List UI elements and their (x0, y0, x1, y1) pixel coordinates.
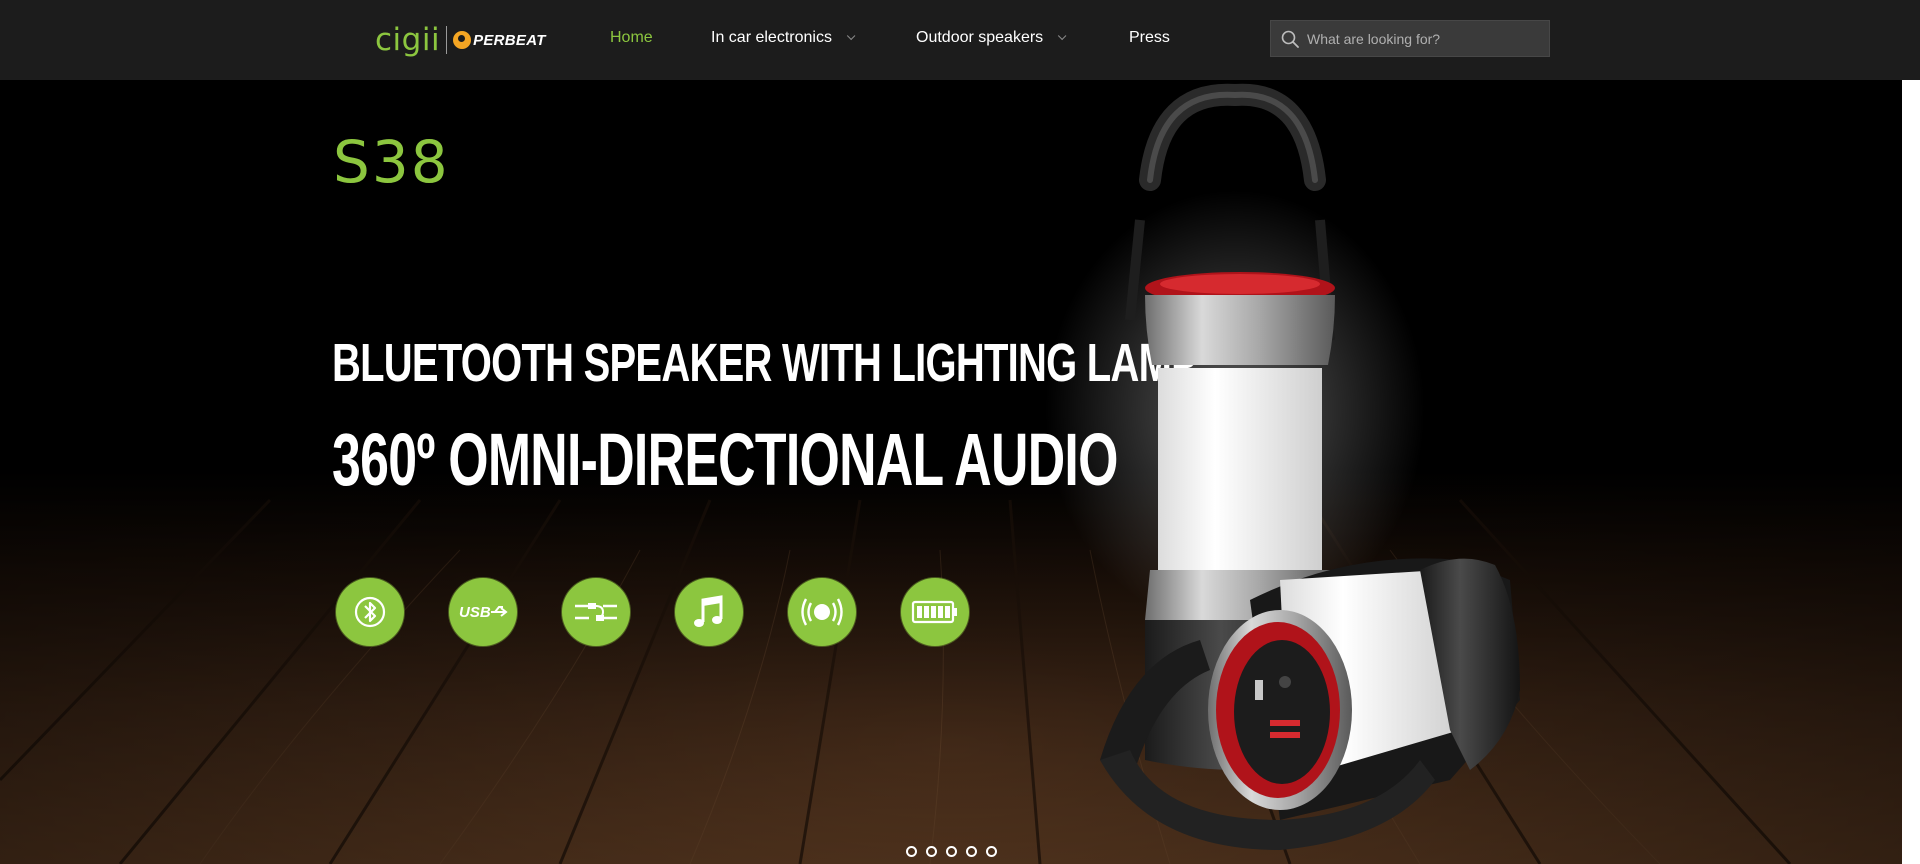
slide-dot-5[interactable] (986, 846, 997, 857)
slide-dot-2[interactable] (926, 846, 937, 857)
aux-cable-icon (562, 578, 630, 646)
battery-icon (901, 578, 969, 646)
search-input[interactable] (1307, 21, 1543, 56)
hero-headline-1: BLUETOOTH SPEAKER WITH LIGHTING LAMP, (332, 333, 1203, 393)
nav-press[interactable]: Press (1129, 29, 1170, 47)
nav-in-car-electronics[interactable]: In car electronics (711, 29, 856, 47)
usb-icon: USB (449, 578, 517, 646)
logo-divider (446, 26, 448, 54)
usb-icon-text: USB (459, 604, 491, 621)
page-scrollbar[interactable] (1902, 80, 1920, 864)
search-icon[interactable] (1281, 30, 1299, 48)
slide-dot-1[interactable] (906, 846, 917, 857)
hero-headline-2: 360º OMNI-DIRECTIONAL AUDIO (332, 418, 1118, 501)
brand-logo[interactable]: cigii PERBEAT (375, 20, 546, 60)
slider-pagination (906, 846, 997, 857)
hero-banner[interactable]: S38 BLUETOOTH SPEAKER WITH LIGHTING LAMP… (0, 80, 1902, 864)
nav-outdoor-speakers[interactable]: Outdoor speakers (916, 29, 1067, 47)
nav-press-label: Press (1129, 29, 1170, 46)
feature-icons: USB (336, 578, 969, 646)
chevron-down-icon (846, 31, 856, 41)
nav-home-label: Home (610, 29, 653, 46)
bluetooth-icon (336, 578, 404, 646)
nav-outdoor-speakers-label: Outdoor speakers (916, 29, 1044, 46)
speaker-sound-icon (788, 578, 856, 646)
music-note-icon (675, 578, 743, 646)
logo-cigii: cigii (375, 21, 441, 58)
site-header: cigii PERBEAT Home In car electronics Ou… (0, 0, 1920, 80)
nav-home[interactable]: Home (610, 29, 653, 47)
search-box[interactable] (1270, 20, 1550, 57)
nav-in-car-electronics-label: In car electronics (711, 29, 832, 46)
logo-perbeat: PERBEAT (473, 31, 546, 49)
slide-dot-3[interactable] (946, 846, 957, 857)
slide-dot-4[interactable] (966, 846, 977, 857)
product-model-name: S38 (333, 128, 450, 196)
perbeat-mark-icon (453, 31, 472, 49)
chevron-down-icon (1058, 31, 1067, 41)
product-image (1100, 83, 1520, 850)
